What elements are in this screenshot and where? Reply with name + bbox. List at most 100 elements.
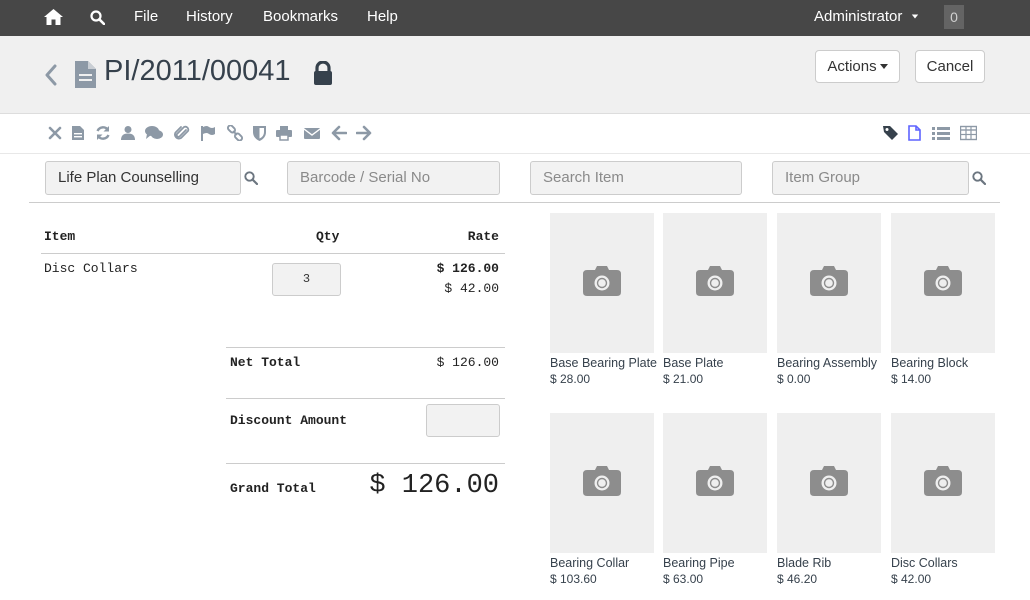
camera-icon	[810, 266, 848, 296]
item-image[interactable]	[891, 213, 995, 353]
net-total-label: Net Total	[230, 355, 301, 370]
item-price: $ 21.00	[663, 372, 704, 386]
menu-bookmarks[interactable]: Bookmarks	[263, 0, 338, 36]
item-price: $ 28.00	[550, 372, 591, 386]
camera-icon	[924, 466, 962, 496]
item-name: Bearing Assembly	[777, 356, 878, 370]
email-icon[interactable]	[304, 125, 320, 141]
divider	[41, 253, 505, 254]
col-header-qty: Qty	[316, 229, 340, 244]
list-icon[interactable]	[932, 125, 950, 141]
user-menu[interactable]: Administrator	[814, 0, 919, 36]
page-header: PI/2011/00041 Actions Cancel	[0, 36, 1030, 114]
shield-icon[interactable]	[253, 125, 269, 141]
refresh-icon[interactable]	[95, 125, 111, 141]
item-tile[interactable]: Base Bearing Plate $ 28.00	[550, 213, 658, 386]
item-image[interactable]	[550, 213, 654, 353]
camera-icon	[583, 466, 621, 496]
camera-icon	[583, 266, 621, 296]
divider	[226, 463, 505, 464]
item-tile[interactable]: Bearing Assembly $ 0.00	[777, 213, 881, 386]
chevron-down-icon	[911, 14, 918, 19]
item-image[interactable]	[891, 413, 995, 553]
item-image[interactable]	[663, 413, 767, 553]
col-header-rate: Rate	[467, 229, 499, 244]
user-name: Administrator	[814, 8, 903, 25]
item-price: $ 63.00	[663, 572, 704, 586]
item-image[interactable]	[663, 213, 767, 353]
discount-label: Discount Amount	[230, 413, 348, 428]
document-icon	[75, 61, 96, 91]
item-image[interactable]	[777, 213, 881, 353]
file-icon[interactable]	[72, 125, 88, 141]
flag-icon[interactable]	[200, 125, 216, 141]
item-name: Base Plate	[663, 356, 724, 370]
document-icon[interactable]	[908, 125, 924, 141]
item-name: Bearing Pipe	[663, 556, 735, 570]
cart-item-name[interactable]: Disc Collars	[44, 261, 138, 276]
grand-total-label: Grand Total	[230, 481, 316, 496]
divider	[226, 398, 505, 399]
chevron-down-icon	[879, 64, 888, 69]
cart-item-amount: $ 126.00	[436, 261, 499, 276]
item-name: Disc Collars	[891, 556, 958, 570]
item-price: $ 42.00	[891, 572, 932, 586]
discount-input[interactable]	[426, 404, 500, 437]
item-group-input[interactable]: Item Group	[772, 161, 969, 195]
search-icon[interactable]	[90, 10, 105, 26]
item-image[interactable]	[777, 413, 881, 553]
arrow-left-icon[interactable]	[331, 125, 347, 141]
barcode-input[interactable]: Barcode / Serial No	[287, 161, 500, 195]
attachment-icon[interactable]	[174, 125, 190, 141]
divider	[29, 202, 1000, 203]
camera-icon	[924, 266, 962, 296]
item-tile[interactable]: Base Plate $ 21.00	[663, 213, 767, 386]
user-icon[interactable]	[121, 125, 137, 141]
customer-field[interactable]: Life Plan Counselling	[45, 161, 241, 195]
close-icon[interactable]	[48, 125, 64, 141]
search-item-input[interactable]: Search Item	[530, 161, 742, 195]
menu-file[interactable]: File	[134, 0, 158, 36]
toolbar	[0, 114, 1030, 154]
home-icon[interactable]	[44, 9, 63, 27]
back-icon[interactable]	[44, 64, 58, 89]
link-icon[interactable]	[227, 125, 243, 141]
item-name: Bearing Block	[891, 356, 969, 370]
item-tile[interactable]: Bearing Block $ 14.00	[891, 213, 995, 386]
menu-history[interactable]: History	[186, 0, 233, 36]
camera-icon	[696, 266, 734, 296]
arrow-right-icon[interactable]	[356, 125, 372, 141]
divider	[226, 347, 505, 348]
navbar: File History Bookmarks Help Administrato…	[0, 0, 1030, 36]
item-price: $ 103.60	[550, 572, 597, 586]
item-tile[interactable]: Bearing Collar $ 103.60	[550, 413, 654, 586]
item-price: $ 14.00	[891, 372, 932, 386]
grand-total-value: $ 126.00	[369, 471, 499, 501]
page-title: PI/2011/00041	[104, 55, 291, 87]
tag-icon[interactable]	[883, 125, 899, 141]
item-tile[interactable]: Blade Rib $ 46.20	[777, 413, 881, 586]
actions-button[interactable]: Actions	[815, 50, 900, 83]
col-header-item: Item	[44, 229, 76, 244]
notification-badge[interactable]: 0	[944, 5, 964, 29]
item-tile[interactable]: Bearing Pipe $ 63.00	[663, 413, 767, 586]
camera-icon	[810, 466, 848, 496]
item-price: $ 0.00	[777, 372, 811, 386]
comment-icon[interactable]	[145, 125, 163, 141]
cancel-button[interactable]: Cancel	[915, 50, 985, 83]
search-icon[interactable]	[244, 171, 259, 188]
quantity-input[interactable]: 3	[272, 263, 341, 296]
item-price: $ 46.20	[777, 572, 818, 586]
lock-icon	[313, 60, 333, 88]
net-total-value: $ 126.00	[436, 355, 499, 370]
item-name: Base Bearing Plate	[550, 356, 658, 370]
actions-label: Actions	[827, 58, 877, 75]
item-image[interactable]	[550, 413, 654, 553]
item-name: Blade Rib	[777, 556, 832, 570]
item-tile[interactable]: Disc Collars $ 42.00	[891, 413, 995, 586]
table-icon[interactable]	[960, 125, 977, 141]
print-icon[interactable]	[276, 125, 292, 141]
search-icon[interactable]	[972, 171, 987, 188]
cart-item-rate: $ 42.00	[444, 281, 499, 296]
menu-help[interactable]: Help	[367, 0, 398, 36]
